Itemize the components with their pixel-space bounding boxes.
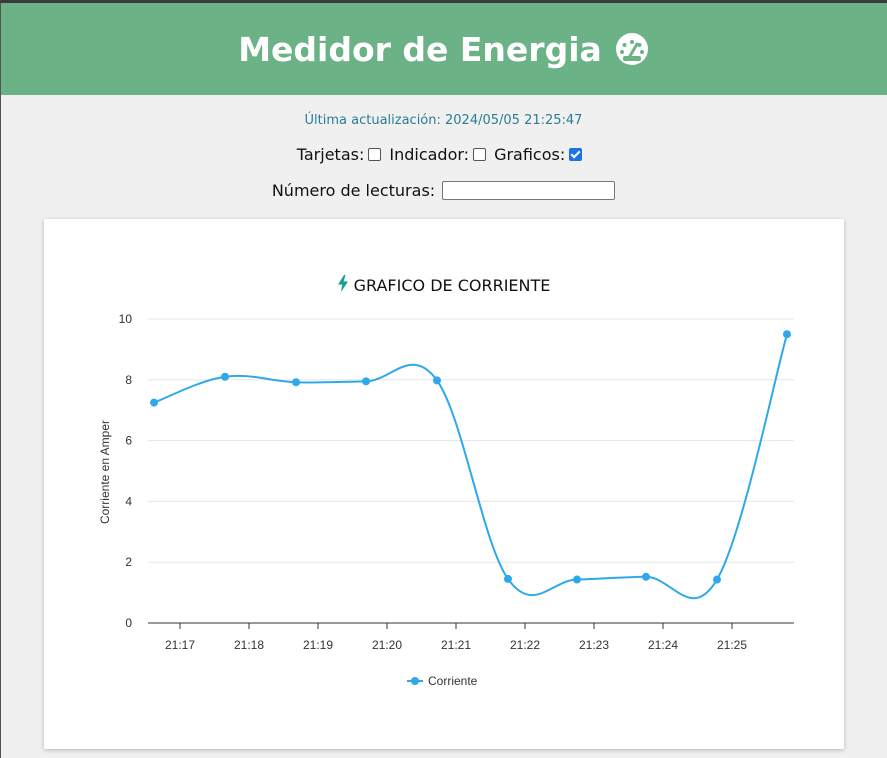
data-point[interactable]: [642, 572, 650, 581]
series-points: [150, 330, 791, 584]
cards-checkbox[interactable]: [368, 148, 382, 161]
page-title-text: Medidor de Energia: [238, 29, 602, 69]
last-update-text: Última actualización: 2024/05/05 21:25:4…: [304, 113, 583, 128]
x-tick-label: 21:24: [648, 638, 678, 652]
y-tick-label: 2: [125, 555, 132, 569]
data-point[interactable]: [713, 575, 721, 584]
view-toggles: Tarjetas: Indicador: Graficos:: [0, 145, 887, 164]
x-tick-label: 21:17: [165, 638, 195, 652]
indicator-toggle-label: Indicador:: [389, 145, 470, 164]
charts-checkbox[interactable]: [569, 148, 583, 161]
page-title: Medidor de Energia: [238, 30, 650, 69]
chart-legend[interactable]: Corriente: [407, 674, 478, 688]
x-tick-label: 21:19: [303, 638, 333, 652]
x-tick-label: 21:25: [717, 638, 747, 652]
data-point[interactable]: [783, 330, 791, 339]
data-point[interactable]: [150, 398, 158, 407]
data-point[interactable]: [504, 574, 512, 583]
x-axis: 21:17 21:18 21:19 21:20 21:21 21:22 21:23 21:24…: [148, 622, 794, 652]
data-point[interactable]: [362, 377, 370, 386]
data-point[interactable]: [292, 378, 300, 387]
y-axis-label: Corriente en Amper: [98, 420, 112, 524]
legend-label-corriente: Corriente: [428, 674, 478, 688]
current-line-chart: 1086420 21:17 21:18 21:19 21:20 21:21 21:22 21…: [98, 312, 794, 688]
x-tick-label: 21:20: [372, 638, 402, 652]
indicator-checkbox[interactable]: [473, 148, 487, 161]
cards-toggle-label: Tarjetas:: [296, 145, 365, 164]
chart-grid: [148, 318, 794, 563]
x-tick-label: 21:23: [579, 638, 609, 652]
page-header: Medidor de Energia: [1, 3, 887, 95]
y-tick-label: 4: [125, 494, 132, 508]
x-tick-label: 21:18: [234, 638, 264, 652]
y-tick-label: 8: [125, 373, 132, 387]
readings-label: Número de lecturas:: [271, 181, 436, 200]
charts-toggle-label: Graficos:: [494, 145, 566, 164]
legend-marker-dot: [411, 677, 419, 685]
series-line-corriente: [153, 333, 788, 600]
x-tick-label: 21:22: [510, 638, 540, 652]
readings-count-input[interactable]: [442, 181, 616, 200]
data-point[interactable]: [433, 376, 441, 385]
x-tick-label: 21:21: [441, 638, 471, 652]
y-tick-label: 0: [125, 616, 132, 630]
y-tick-label: 10: [119, 312, 133, 326]
data-point[interactable]: [221, 372, 229, 381]
readings-row: Número de lecturas:: [0, 181, 887, 200]
y-tick-label: 6: [125, 434, 132, 448]
gauge-icon: [614, 31, 650, 67]
data-point[interactable]: [573, 575, 581, 584]
y-axis-ticks: 10 8 6 4 2 0: [119, 312, 133, 630]
